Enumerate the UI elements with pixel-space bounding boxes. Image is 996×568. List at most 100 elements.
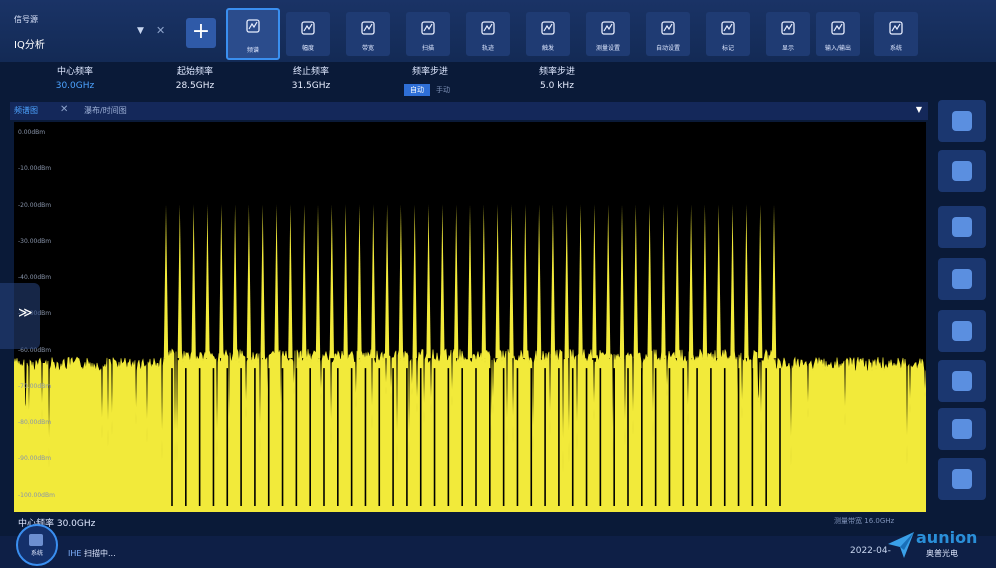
toolbar-button-amplitude[interactable]: 幅度 [286,12,330,56]
param-freq-step[interactable]: 频率步进 5.0 kHz [522,64,592,91]
comb-tone [205,204,210,359]
y-tick-label: -90.00dBm [18,455,52,463]
freq-step-value: 5.0 kHz [540,81,574,91]
toolbar-button-bandwidth[interactable]: 带宽 [346,12,390,56]
x-axis-right-title: 测量带宽 [834,517,862,525]
y-tick-label: -10.00dBm [18,165,52,173]
panel-icon-7 [952,419,972,439]
tab-spectrum[interactable]: 频谱图 [14,105,38,116]
comb-tone [384,204,390,359]
toolbar-button-sweep[interactable]: 扫描 [406,12,450,56]
comb-tone [605,204,611,359]
comb-tone [301,204,307,359]
toolbar-button-label: 自动设置 [655,45,680,52]
noise-floor-trace [13,348,927,513]
step-auto-toggle[interactable]: 自动 [404,84,430,96]
comb-tone [564,204,569,359]
right-panel-button-4[interactable] [938,258,986,300]
toolbar-button-system[interactable]: 系统 [874,12,918,56]
comb-tone [523,204,528,359]
trace-icon [481,21,495,35]
comb-tone [661,204,666,359]
start-freq-value: 28.5GHz [175,81,215,91]
toolbar-button-input-output[interactable]: 输入/输出 [816,12,860,56]
toolbar-button-label: 触发 [541,45,554,52]
comb-tone [536,204,542,359]
comb-tone [329,204,335,359]
marker-icon [721,21,735,35]
mode-name[interactable]: IQ分析 [14,36,45,51]
spectrum-plot[interactable] [13,122,927,513]
paper-plane-icon [888,532,914,558]
comb-tone [288,204,293,359]
comb-tone [426,204,431,359]
tab-waterfall[interactable]: 瀑布/时间图 [84,105,127,116]
side-drawer-handle[interactable]: ≫ [0,283,40,349]
y-tick-label: -40.00dBm [18,274,52,282]
center-freq-value: 30.0GHz [55,81,95,91]
toolbar-button-label: 标记 [721,45,734,52]
right-panel-button-7[interactable] [938,408,986,450]
status-prefix: IHE [68,549,82,558]
brand-sub: 奥普光电 [926,549,958,558]
comb-tone [440,204,445,359]
step-manual-toggle[interactable]: 手动 [430,84,456,96]
comb-tone [274,204,279,359]
stop-freq-value: 31.5GHz [291,81,331,91]
comb-tone [592,204,597,359]
toolbar-button-label: 测量设置 [595,45,620,52]
comb-tone [495,204,500,359]
comb-tone [716,204,721,359]
param-stop-freq[interactable]: 终止频率 31.5GHz [276,64,346,91]
amplitude-icon [301,21,315,35]
comb-tone [357,204,362,359]
toolbar-button-label: 输入/输出 [824,45,852,52]
comb-tone [702,204,708,359]
param-center-freq[interactable]: 中心频率 30.0GHz [40,64,110,91]
mode-small-label: 信号源 [14,15,38,24]
toolbar-button-label: 显示 [781,45,794,52]
right-panel-button-8[interactable] [938,458,986,500]
expand-arrow-icon: ≫ [18,305,33,321]
toolbar-button-display[interactable]: 显示 [766,12,810,56]
comb-tone [453,204,459,359]
comb-tone [619,204,625,359]
right-panel-button-6[interactable] [938,360,986,402]
y-tick-label: -30.00dBm [18,237,52,245]
start-freq-label: 起始频率 [176,67,213,77]
add-button[interactable]: + [186,18,216,48]
param-start-freq[interactable]: 起始频率 28.5GHz [160,64,230,91]
comb-tone [467,204,473,359]
toolbar-button-trigger[interactable]: 触发 [526,12,570,56]
close-tab-icon[interactable]: ✕ [60,104,68,115]
toolbar-button-spectrum[interactable]: 频谱 [226,8,280,60]
x-axis-right-label: 测量带宽 16.0GHz [834,516,894,526]
comb-tone [412,204,417,359]
toolbar-button-auto-setup[interactable]: 自动设置 [646,12,690,56]
toolbar-button-trace[interactable]: 轨迹 [466,12,510,56]
system-button-label: 系统 [30,550,43,557]
spectrum-icon [246,19,260,33]
right-panel-button-5[interactable] [938,310,986,352]
status-bar [0,536,996,568]
panel-icon-3 [952,217,972,237]
chevron-down-icon[interactable]: ▼ [137,26,144,36]
comb-tone [163,204,169,359]
right-panel-button-3[interactable] [938,206,986,248]
toolbar-button-marker[interactable]: 标记 [706,12,750,56]
bandwidth-icon [361,21,375,35]
top-toolbar: 信号源 IQ分析 ▼ ✕ + 频谱 幅度 带宽 扫描 轨迹 触发 测量设置 自动设置 标记 显示 输… [0,0,996,62]
panel-icon-2 [952,161,972,181]
right-panel-button-2[interactable] [938,150,986,192]
comb-tone [343,204,348,359]
tab-dropdown-icon[interactable]: ▼ [916,105,922,114]
close-icon[interactable]: ✕ [156,24,165,37]
toolbar-button-label: 幅度 [301,45,314,52]
y-tick-label: 0.00dBm [18,129,46,136]
comb-tone [550,204,556,359]
comb-tone [191,204,196,359]
system-menu-button[interactable]: 系统 [16,524,58,566]
toolbar-button-measure-setup[interactable]: 测量设置 [586,12,630,56]
input-output-icon [831,21,845,35]
right-panel-button-1[interactable] [938,100,986,142]
